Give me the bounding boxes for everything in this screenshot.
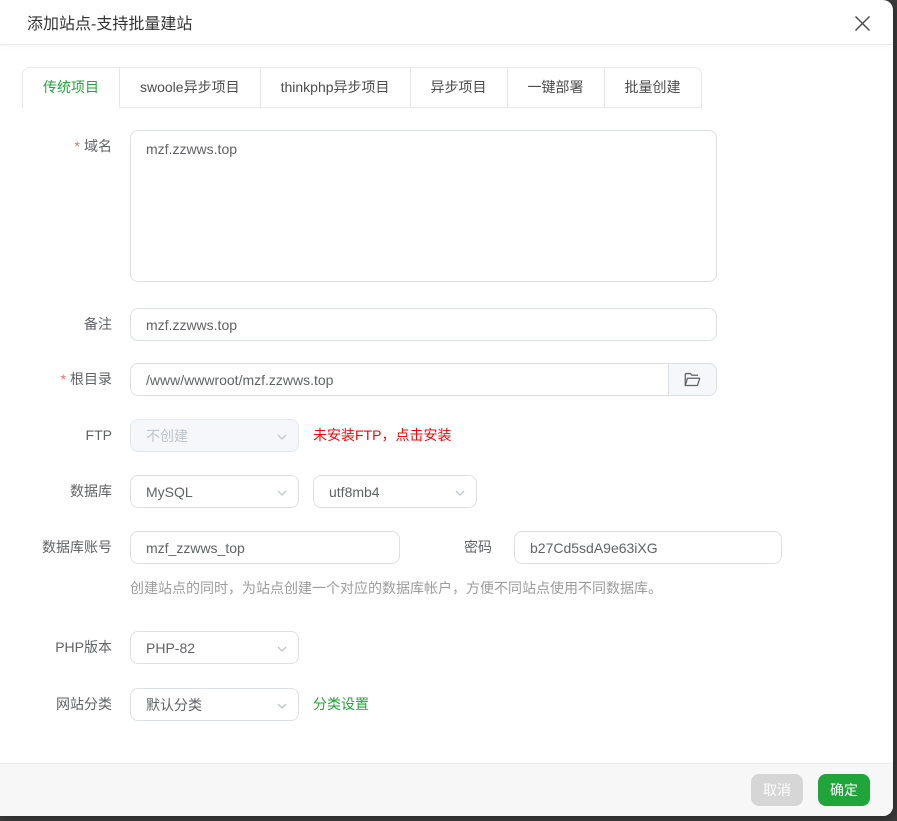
db-password-input[interactable] <box>514 531 782 564</box>
ftp-label: FTP <box>85 427 112 443</box>
tab-batch-create[interactable]: 批量创建 <box>604 68 701 108</box>
site-category-value: 默认分类 <box>146 696 202 713</box>
root-dir-label: * 根目录 <box>60 371 112 387</box>
db-password-label: 密码 <box>464 539 492 555</box>
site-category-row: 网站分类 默认分类 分类设置 <box>0 688 893 721</box>
tab-traditional-project[interactable]: 传统项目 <box>23 68 120 108</box>
required-asterisk: * <box>74 138 80 154</box>
dialog-header: 添加站点-支持批量建站 <box>0 0 893 45</box>
root-dir-row: * 根目录 <box>0 363 893 396</box>
tab-async-project[interactable]: 异步项目 <box>410 68 508 108</box>
site-category-label: 网站分类 <box>56 696 112 712</box>
domain-textarea[interactable]: mzf.zzwws.top <box>130 130 717 282</box>
db-account-help-text: 创建站点的同时，为站点创建一个对应的数据库帐户，方便不同站点使用不同数据库。 <box>130 580 662 596</box>
database-label: 数据库 <box>70 483 112 499</box>
close-button[interactable] <box>851 12 873 34</box>
root-dir-input[interactable] <box>130 363 669 396</box>
php-version-label: PHP版本 <box>55 639 112 655</box>
note-row: 备注 <box>0 308 893 341</box>
browse-directory-button[interactable] <box>668 363 717 396</box>
chevron-down-icon <box>277 434 287 440</box>
dialog-footer: 取消 确定 <box>0 763 893 816</box>
database-charset-value: utf8mb4 <box>329 483 380 500</box>
chevron-down-icon <box>277 703 287 709</box>
chevron-down-icon <box>277 490 287 496</box>
tab-thinkphp-async-project[interactable]: thinkphp异步项目 <box>260 68 411 108</box>
database-engine-select[interactable]: MySQL <box>130 475 299 508</box>
database-row: 数据库 MySQL utf8mb4 <box>0 475 893 508</box>
php-version-row: PHP版本 PHP-82 <box>0 631 893 664</box>
domain-label: * 域名 <box>74 138 112 154</box>
category-settings-link[interactable]: 分类设置 <box>313 688 369 721</box>
dialog-title: 添加站点-支持批量建站 <box>27 16 193 33</box>
php-version-select[interactable]: PHP-82 <box>130 631 299 664</box>
required-asterisk: * <box>60 371 66 387</box>
add-site-dialog: 添加站点-支持批量建站 传统项目 swoole异步项目 thinkphp异步项目… <box>0 0 893 816</box>
db-username-input[interactable] <box>130 531 400 564</box>
database-engine-value: MySQL <box>146 483 193 500</box>
db-account-label: 数据库账号 <box>42 539 112 555</box>
tab-one-click-deploy[interactable]: 一键部署 <box>507 68 605 108</box>
database-charset-select[interactable]: utf8mb4 <box>313 475 477 508</box>
note-input[interactable] <box>130 308 717 341</box>
chevron-down-icon <box>455 490 465 496</box>
note-label: 备注 <box>84 316 112 332</box>
php-version-value: PHP-82 <box>146 639 196 656</box>
add-site-form: *域名 mzf.zzwws.top 备注 *根目录 <box>0 130 893 721</box>
ftp-row: FTP 不创建 未安装FTP，点击安装 <box>0 419 893 452</box>
close-icon <box>854 15 870 31</box>
db-account-row: 数据库账号 密码 <box>0 531 893 564</box>
project-type-tabs: 传统项目 swoole异步项目 thinkphp异步项目 异步项目 一键部署 批… <box>22 67 702 108</box>
ftp-select-value: 不创建 <box>146 427 188 444</box>
tab-swoole-async-project[interactable]: swoole异步项目 <box>120 68 261 108</box>
chevron-down-icon <box>277 646 287 652</box>
ftp-select[interactable]: 不创建 <box>130 419 299 452</box>
site-category-select[interactable]: 默认分类 <box>130 688 299 721</box>
domain-row: * 域名 mzf.zzwws.top <box>0 130 893 282</box>
ftp-install-link[interactable]: 未安装FTP，点击安装 <box>313 419 451 452</box>
confirm-button[interactable]: 确定 <box>818 774 870 806</box>
folder-icon <box>684 372 701 387</box>
cancel-button[interactable]: 取消 <box>751 774 803 806</box>
